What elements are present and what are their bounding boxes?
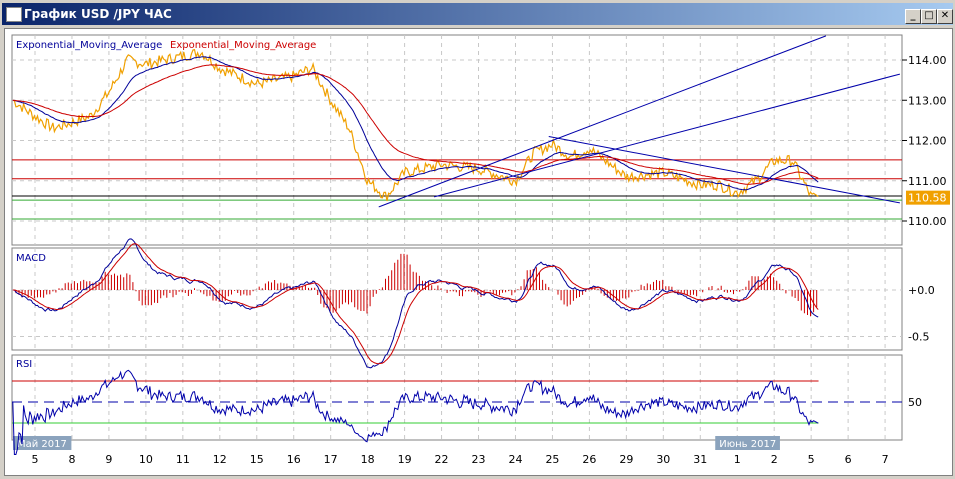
x-tick-label: 31	[693, 453, 707, 466]
x-tick-label: 9	[105, 453, 112, 466]
x-tick-label: 8	[68, 453, 75, 466]
macd-line	[12, 238, 819, 369]
x-tick-label: 1	[734, 453, 741, 466]
x-tick-label: 25	[545, 453, 559, 466]
x-tick-label: 5	[32, 453, 39, 466]
macd-tick-label: +0.0	[908, 284, 935, 297]
x-tick-label: 30	[656, 453, 670, 466]
price-tick-label: 110.00	[908, 215, 947, 228]
x-tick-label: 6	[845, 453, 852, 466]
macd-signal-line	[12, 243, 819, 365]
macd-histogram	[15, 253, 818, 317]
macd-label: MACD	[16, 253, 46, 264]
ema-fast-line	[12, 56, 819, 191]
price-tick-label: 114.00	[908, 54, 947, 67]
price-tick-label: 112.00	[908, 135, 947, 148]
x-tick-label: 23	[472, 453, 486, 466]
x-tick-label: 12	[213, 453, 227, 466]
x-tick-label: 22	[435, 453, 449, 466]
current-price-label: 110.58	[908, 192, 947, 205]
rsi-line	[12, 369, 819, 455]
legend-ema-slow: Exponential_Moving_Average	[170, 40, 316, 51]
price-tick-label: 113.00	[908, 94, 947, 107]
x-tick-label: 15	[250, 453, 264, 466]
rsi-tick-label: 50	[908, 396, 922, 409]
price-tick-label: 111.00	[908, 175, 947, 188]
x-tick-label: 19	[398, 453, 412, 466]
x-tick-label: 24	[508, 453, 522, 466]
x-tick-label: 18	[361, 453, 375, 466]
x-tick-label: 11	[176, 453, 190, 466]
chart-svg: Exponential_Moving_Average Exponential_M…	[11, 34, 950, 466]
trend-line	[378, 35, 827, 208]
x-tick-label: 7	[882, 453, 889, 466]
rsi-label: RSI	[16, 359, 32, 370]
x-tick-label: 10	[139, 453, 153, 466]
legend-ema-fast: Exponential_Moving_Average	[16, 40, 162, 51]
month-label: Июнь 2017	[719, 439, 776, 450]
macd-tick-label: -0.5	[908, 331, 929, 344]
x-tick-label: 5	[808, 453, 815, 466]
x-tick-label: 29	[619, 453, 633, 466]
x-tick-label: 16	[287, 453, 301, 466]
month-label: Май 2017	[17, 439, 67, 450]
x-tick-label: 17	[324, 453, 338, 466]
x-tick-label: 2	[771, 453, 778, 466]
x-tick-label: 26	[582, 453, 596, 466]
ema-slow-line	[12, 64, 819, 185]
